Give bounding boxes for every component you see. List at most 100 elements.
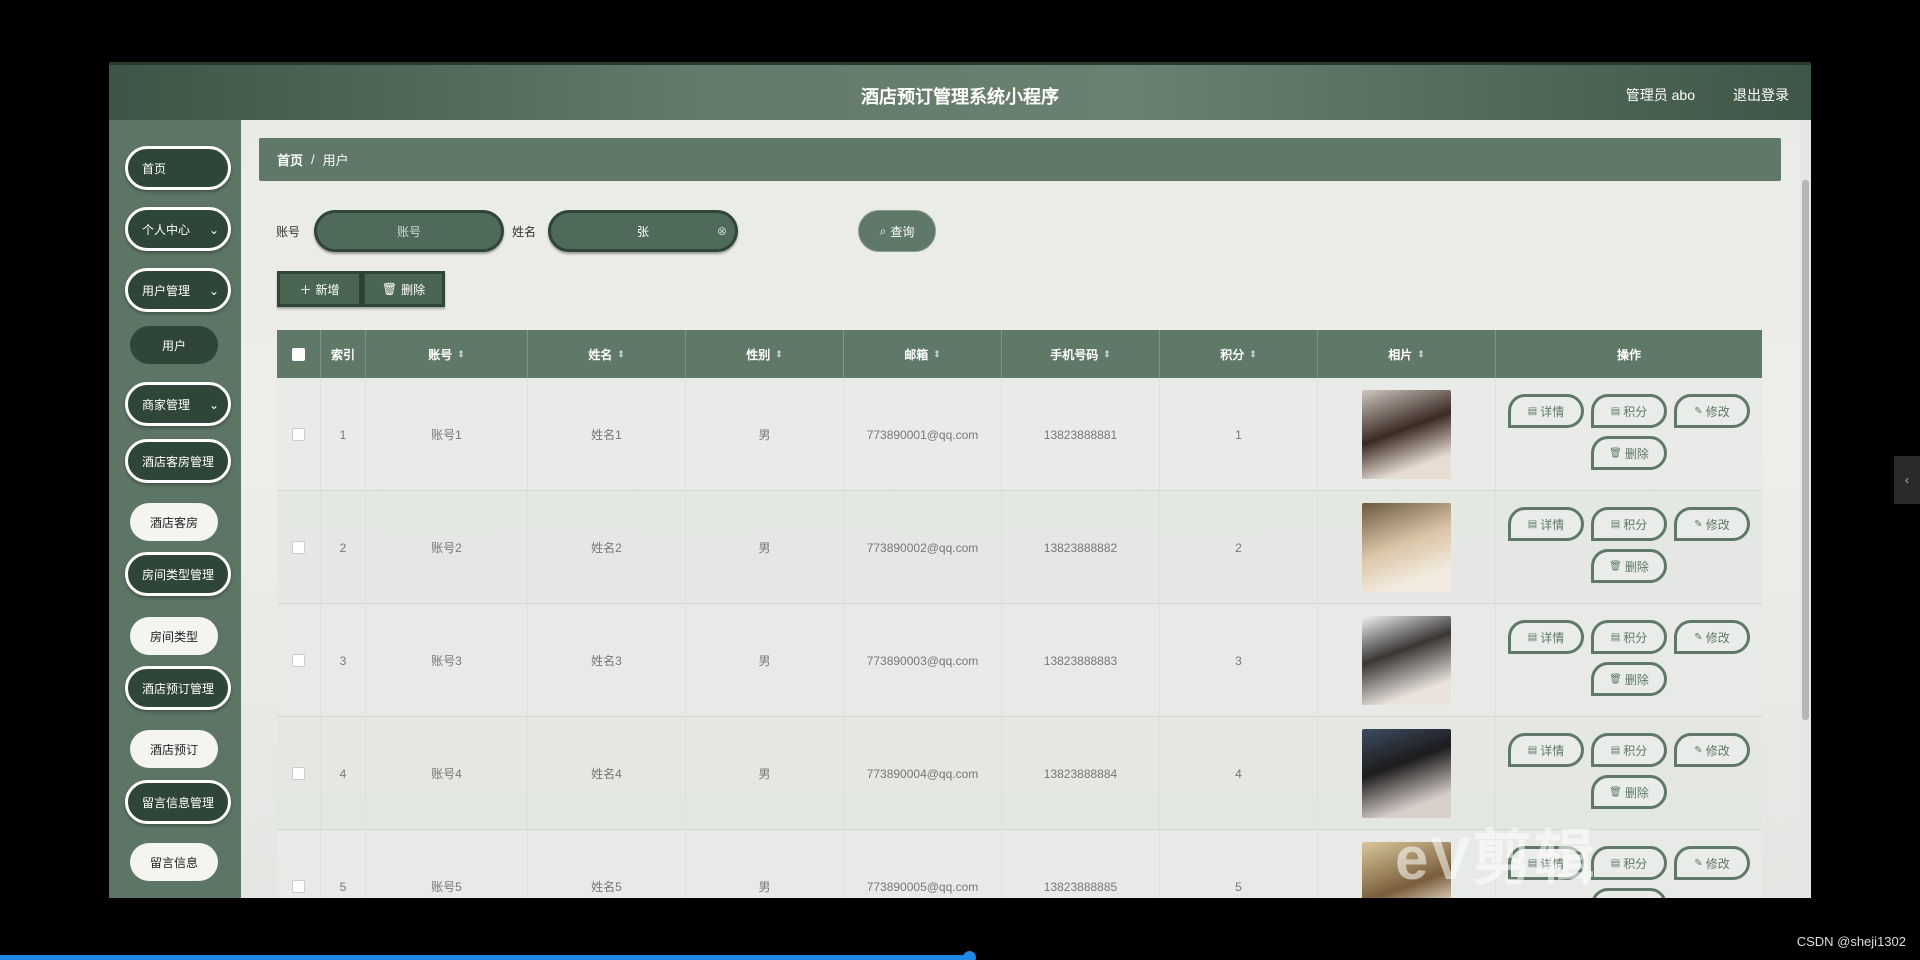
- sidebar-item-room-management[interactable]: 酒店客房管理: [125, 439, 231, 483]
- account-search-input[interactable]: 账号: [314, 210, 504, 252]
- detail-button[interactable]: ▤ 详情: [1508, 620, 1584, 654]
- edit-button-label: 修改: [1705, 743, 1730, 758]
- delete-button[interactable]: 🗑删除: [1591, 888, 1667, 898]
- sort-icon[interactable]: ⇕: [1249, 349, 1257, 359]
- cell-index-text: 4: [339, 766, 347, 781]
- delete-button[interactable]: 🗑删除: [1591, 549, 1667, 583]
- batch-delete-button[interactable]: 🗑 删除: [362, 271, 445, 307]
- query-button[interactable]: ⌕ 查询: [858, 210, 936, 252]
- delete-button[interactable]: 🗑删除: [1591, 775, 1667, 809]
- detail-button[interactable]: ▤ 详情: [1508, 507, 1584, 541]
- row-checkbox[interactable]: [292, 654, 305, 667]
- sidebar-item-label: 商家管理: [142, 397, 191, 412]
- header-photo[interactable]: 相片 ⇕: [1318, 330, 1496, 378]
- edit-button[interactable]: ✎ 修改: [1674, 733, 1750, 767]
- cell-email: 773890002@qq.com: [844, 491, 1002, 604]
- points-button[interactable]: ▤ 积分: [1591, 620, 1667, 654]
- edit-button[interactable]: ✎ 修改: [1674, 846, 1750, 880]
- logout-link[interactable]: 退出登录: [1733, 85, 1789, 105]
- header-email[interactable]: 邮箱 ⇕: [844, 330, 1002, 378]
- header-account[interactable]: 账号 ⇕: [366, 330, 528, 378]
- account-label: 账号: [276, 225, 301, 239]
- edit-button-label: 修改: [1705, 404, 1730, 419]
- row-checkbox[interactable]: [292, 880, 305, 893]
- cell-points: 4: [1160, 717, 1318, 830]
- cell-ops: ▤详情▤积分✎修改🗑删除: [1496, 491, 1762, 604]
- breadcrumb: 首页 / 用户: [259, 138, 1781, 181]
- header-name[interactable]: 姓名 ⇕: [528, 330, 686, 378]
- breadcrumb-home[interactable]: 首页: [277, 150, 303, 169]
- sidebar-subitem-room[interactable]: 酒店客房: [130, 503, 218, 541]
- detail-button[interactable]: ▤ 详情: [1508, 733, 1584, 767]
- sidebar-subitem-user[interactable]: 用户: [130, 326, 218, 364]
- sort-icon[interactable]: ⇕: [1417, 349, 1425, 359]
- cell-phone-text: 13823888882: [1043, 540, 1118, 555]
- row-checkbox[interactable]: [292, 767, 305, 780]
- cell-name: 姓名4: [528, 717, 686, 830]
- delete-button-label: 删除: [1624, 785, 1649, 800]
- header-points[interactable]: 积分 ⇕: [1160, 330, 1318, 378]
- sidebar-item-booking-management[interactable]: 酒店预订管理: [125, 666, 231, 710]
- header-phone[interactable]: 手机号码 ⇕: [1002, 330, 1160, 378]
- sidebar-subitem-booking[interactable]: 酒店预订: [130, 730, 218, 768]
- edit-button[interactable]: ✎ 修改: [1674, 394, 1750, 428]
- edit-button[interactable]: ✎ 修改: [1674, 620, 1750, 654]
- points-button[interactable]: ▤ 积分: [1591, 846, 1667, 880]
- points-button[interactable]: ▤ 积分: [1591, 733, 1667, 767]
- sidebar-item-room-type-management[interactable]: 房间类型管理: [125, 552, 231, 596]
- chevron-left-icon[interactable]: ‹: [1894, 456, 1920, 504]
- pencil-icon: ✎: [1694, 857, 1703, 869]
- edit-button[interactable]: ✎ 修改: [1674, 507, 1750, 541]
- delete-button[interactable]: 🗑删除: [1591, 436, 1667, 470]
- user-photo[interactable]: [1362, 729, 1451, 818]
- header-gender[interactable]: 性别 ⇕: [686, 330, 844, 378]
- sort-icon[interactable]: ⇕: [617, 349, 625, 359]
- clear-icon[interactable]: ⊗: [717, 224, 727, 238]
- detail-button[interactable]: ▤ 详情: [1508, 394, 1584, 428]
- delete-button[interactable]: 🗑删除: [1591, 662, 1667, 696]
- cell-account-text: 账号3: [431, 654, 462, 668]
- scrollbar[interactable]: [1800, 120, 1811, 898]
- app-window: 酒店预订管理系统小程序 管理员 abo 退出登录 首页 个人中心 ⌄ 用户管理 ⌄ …: [109, 62, 1811, 898]
- progress-handle[interactable]: [963, 951, 976, 960]
- cell-name-text: 姓名5: [591, 880, 622, 894]
- row-checkbox[interactable]: [292, 428, 305, 441]
- detail-button-label: 详情: [1540, 743, 1565, 758]
- sidebar-subitem-message[interactable]: 留言信息: [130, 843, 218, 881]
- points-button[interactable]: ▤ 积分: [1591, 394, 1667, 428]
- points-button[interactable]: ▤ 积分: [1591, 507, 1667, 541]
- sort-icon[interactable]: ⇕: [1103, 349, 1111, 359]
- video-progress-bar[interactable]: [0, 955, 970, 960]
- sort-icon[interactable]: ⇕: [457, 349, 465, 359]
- trash-icon: 🗑: [1609, 447, 1622, 459]
- cell-account: 账号5: [366, 830, 528, 898]
- sidebar-item-personal-center[interactable]: 个人中心 ⌄: [125, 207, 231, 251]
- cell-name: 姓名3: [528, 604, 686, 717]
- cell-email: 773890005@qq.com: [844, 830, 1002, 898]
- name-input-value: 张: [636, 224, 649, 239]
- user-photo[interactable]: [1362, 616, 1451, 705]
- document-icon: ▤: [1610, 631, 1621, 643]
- sidebar-item-label: 个人中心: [142, 222, 191, 237]
- sidebar-item-message-management[interactable]: 留言信息管理: [125, 780, 231, 824]
- name-search-input[interactable]: 张 ⊗: [548, 210, 738, 252]
- delete-button-label: 删除: [1624, 672, 1649, 687]
- user-photo[interactable]: [1362, 390, 1451, 479]
- sort-icon[interactable]: ⇕: [933, 349, 941, 359]
- sort-icon[interactable]: ⇕: [775, 349, 783, 359]
- points-button-label: 积分: [1623, 630, 1648, 645]
- sidebar-item-user-management[interactable]: 用户管理 ⌄: [125, 268, 231, 312]
- plus-icon: ＋: [299, 282, 312, 297]
- scroll-thumb[interactable]: [1802, 180, 1809, 720]
- sidebar-item-merchant-management[interactable]: 商家管理 ⌄: [125, 382, 231, 426]
- chevron-down-icon: ⌄: [208, 284, 219, 298]
- add-button[interactable]: ＋ 新增: [277, 271, 362, 307]
- sidebar-item-home[interactable]: 首页: [125, 146, 231, 190]
- row-checkbox[interactable]: [292, 541, 305, 554]
- cell-email: 773890001@qq.com: [844, 378, 1002, 491]
- sidebar-subitem-room-type[interactable]: 房间类型: [130, 617, 218, 655]
- sidebar-item-label: 用户管理: [142, 283, 191, 298]
- user-photo[interactable]: [1362, 503, 1451, 592]
- credit-text: CSDN @sheji1302: [1796, 934, 1906, 949]
- select-all-checkbox[interactable]: [292, 347, 305, 361]
